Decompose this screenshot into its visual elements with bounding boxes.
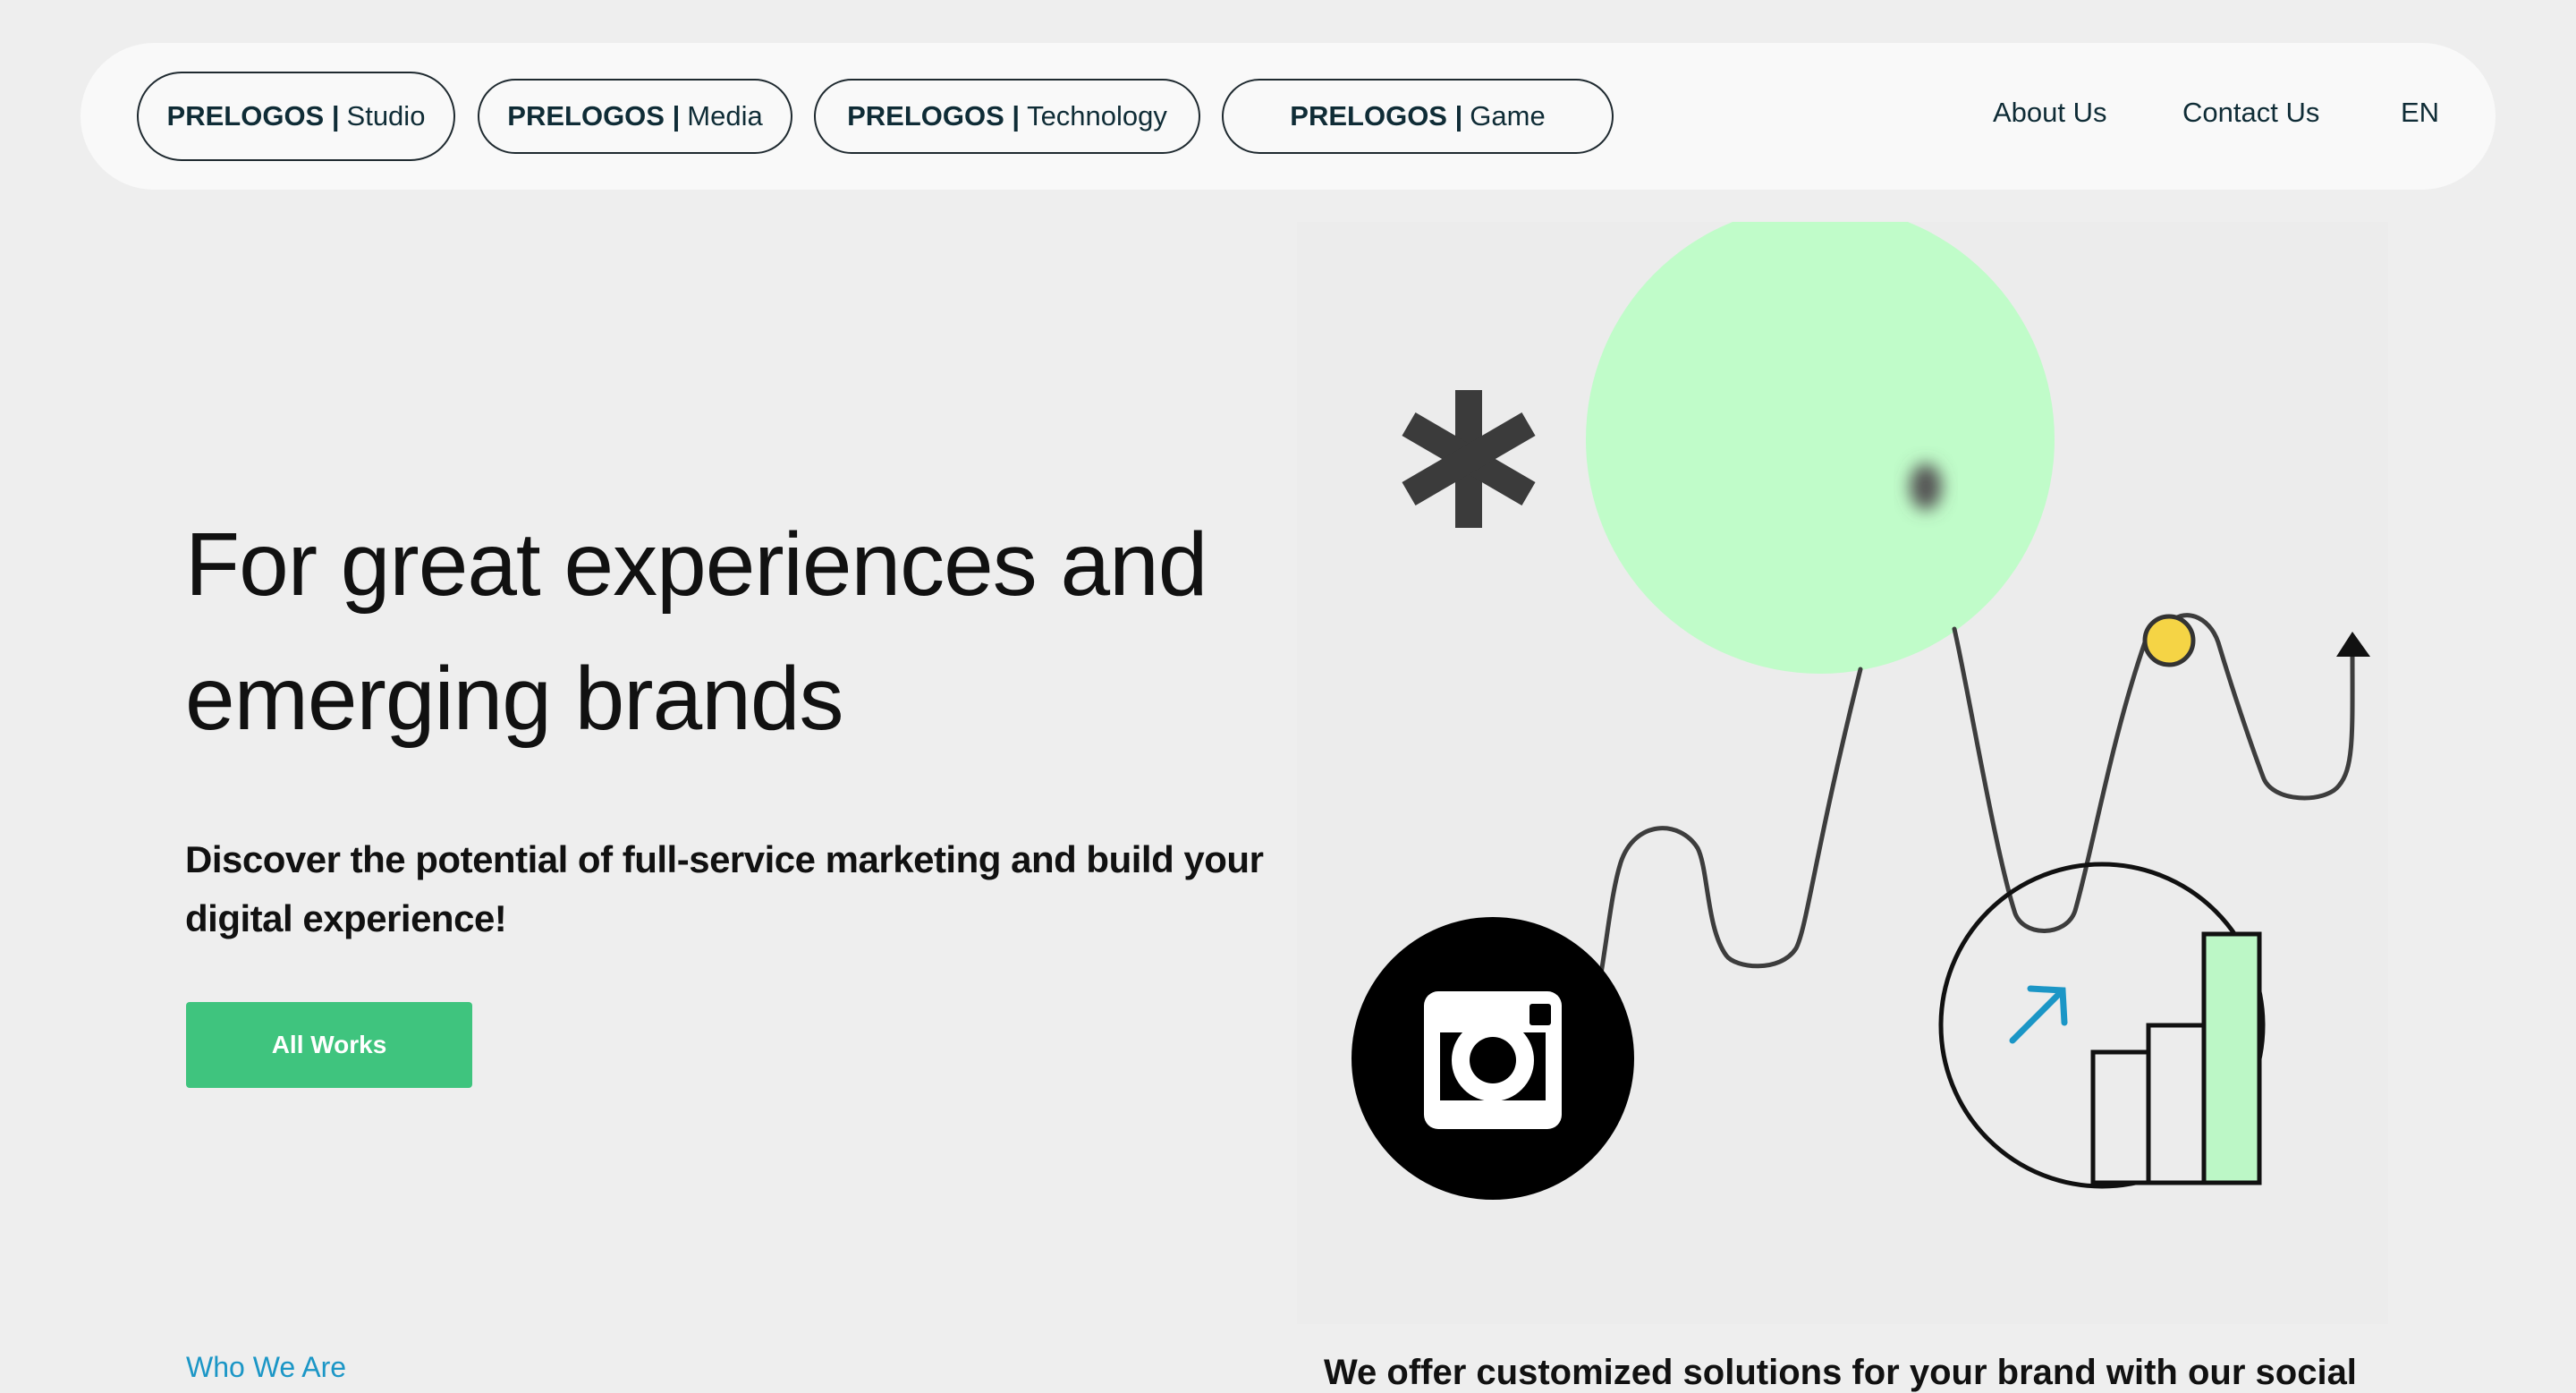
nav-link-contact[interactable]: Contact Us (2182, 97, 2319, 129)
pill-sub: Game (1470, 100, 1546, 132)
mint-circle (1586, 222, 2055, 674)
pill-brand: PRELOGOS | (166, 100, 340, 132)
yellow-dot (2142, 614, 2196, 667)
nav-pill-studio[interactable]: PRELOGOS | Studio (137, 72, 455, 161)
pill-sub: Technology (1027, 100, 1167, 132)
all-works-button[interactable]: All Works (186, 1002, 472, 1088)
nav-link-about[interactable]: About Us (1993, 97, 2107, 129)
pill-brand: PRELOGOS | (507, 100, 681, 132)
blur-spot (1910, 463, 1942, 510)
hero-title: For great experiences and emerging brand… (185, 514, 1208, 749)
language-switcher[interactable]: EN (2401, 97, 2439, 129)
nav-pill-game[interactable]: PRELOGOS | Game (1222, 79, 1614, 154)
section-label: Who We Are (186, 1351, 347, 1383)
top-navigation: PRELOGOS | Studio PRELOGOS | Media PRELO… (80, 43, 2496, 190)
nav-pill-media[interactable]: PRELOGOS | Media (478, 79, 792, 154)
pill-sub: Media (687, 100, 763, 132)
pill-brand: PRELOGOS | (847, 100, 1021, 132)
pill-brand: PRELOGOS | (1290, 100, 1463, 132)
section-text: We offer customized solutions for your b… (1324, 1353, 2357, 1392)
nav-pill-technology[interactable]: PRELOGOS | Technology (814, 79, 1200, 154)
pill-sub: Studio (346, 100, 426, 132)
hero-illustration (1297, 222, 2388, 1324)
hero-subtitle: Discover the potential of full-service m… (185, 838, 1264, 939)
instagram-icon (1352, 917, 1634, 1200)
